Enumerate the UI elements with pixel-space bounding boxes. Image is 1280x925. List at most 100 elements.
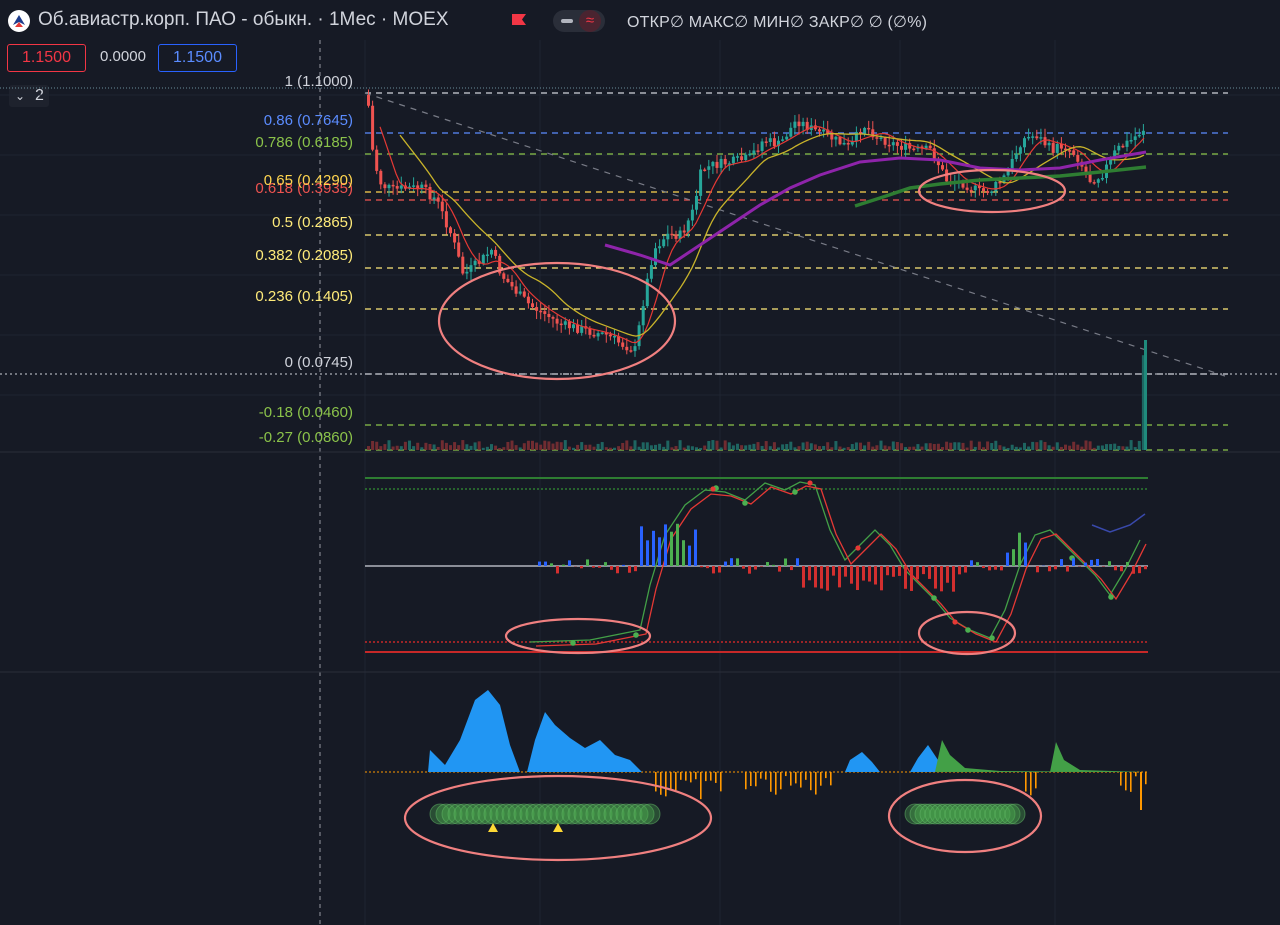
volume-bar bbox=[1010, 444, 1014, 450]
volume-bar bbox=[748, 444, 752, 450]
fib-label: 1 (1.1000) bbox=[284, 73, 353, 90]
volume-bar bbox=[690, 446, 694, 450]
candle-body bbox=[588, 328, 592, 335]
volume-bar bbox=[654, 444, 657, 450]
histogram-bar bbox=[766, 562, 769, 566]
volume-bar bbox=[834, 441, 838, 450]
volume-bar bbox=[895, 441, 899, 450]
histogram-bar bbox=[796, 558, 799, 566]
momentum-bar bbox=[745, 772, 747, 790]
volume-bar bbox=[846, 447, 850, 450]
candle-body bbox=[912, 148, 916, 151]
momentum-bar bbox=[755, 772, 757, 787]
volume-bar bbox=[649, 445, 653, 450]
candle-body bbox=[399, 185, 403, 189]
candle-body bbox=[838, 136, 842, 145]
candle-body bbox=[867, 127, 871, 130]
histogram-bar bbox=[772, 564, 775, 566]
volume-bar bbox=[674, 446, 678, 450]
volume-bar bbox=[756, 442, 760, 450]
histogram-bar bbox=[1108, 561, 1111, 566]
candle-body bbox=[481, 254, 485, 264]
candle-body bbox=[818, 129, 821, 132]
candle-body bbox=[654, 248, 657, 266]
price-chart[interactable] bbox=[0, 0, 1280, 925]
candlesticks bbox=[367, 89, 1145, 357]
candle-body bbox=[785, 136, 789, 140]
histogram-bar bbox=[694, 529, 697, 566]
volume-bar bbox=[1109, 444, 1113, 450]
volume-bar bbox=[572, 447, 575, 450]
volume-bar bbox=[592, 446, 596, 450]
candle-body bbox=[494, 249, 498, 256]
volume-bar bbox=[498, 447, 502, 450]
candle-body bbox=[658, 246, 662, 249]
histogram-bar bbox=[1006, 552, 1009, 566]
candle-body bbox=[748, 153, 752, 156]
candle-body bbox=[526, 296, 530, 304]
candle-body bbox=[641, 306, 645, 326]
candle-body bbox=[444, 211, 448, 228]
volume-bar bbox=[777, 447, 780, 450]
candle-body bbox=[383, 184, 387, 189]
momentum-bar bbox=[715, 772, 717, 783]
volume-bar bbox=[584, 444, 588, 450]
volume-bar bbox=[600, 442, 604, 450]
fib-label: 0.65 (0.4290) bbox=[263, 172, 353, 189]
histogram-bar bbox=[952, 566, 955, 592]
momentum-area-green bbox=[935, 740, 1145, 772]
volume-bar bbox=[854, 442, 858, 450]
volume-bar bbox=[908, 446, 912, 450]
candle-body bbox=[649, 265, 653, 279]
momentum-bar bbox=[670, 772, 672, 790]
volume-bar bbox=[371, 440, 375, 450]
signal-bubble bbox=[639, 803, 661, 825]
candle-body bbox=[461, 256, 465, 274]
candle-body bbox=[629, 350, 633, 352]
candle-body bbox=[625, 346, 629, 351]
volume-bar bbox=[945, 441, 949, 450]
volume-bar bbox=[555, 441, 559, 450]
candle-body bbox=[1043, 137, 1047, 146]
volume-bar bbox=[1068, 445, 1072, 450]
candle-body bbox=[1076, 154, 1080, 162]
candle-body bbox=[895, 142, 899, 146]
histogram-bar bbox=[916, 566, 919, 580]
candle-body bbox=[772, 138, 776, 147]
candle-body bbox=[666, 233, 670, 240]
candle-body bbox=[662, 239, 666, 247]
volume-bar bbox=[449, 445, 452, 450]
volume-bar bbox=[957, 442, 961, 450]
volume-bar bbox=[547, 441, 551, 450]
histogram-bar bbox=[598, 566, 601, 568]
volume-bar bbox=[428, 444, 432, 450]
volume-bar bbox=[502, 447, 506, 450]
momentum-bar bbox=[780, 772, 782, 790]
volume-bar bbox=[383, 444, 387, 450]
histogram-bar bbox=[1126, 561, 1129, 566]
momentum-bar bbox=[1120, 772, 1122, 786]
volume-bar bbox=[1096, 445, 1100, 450]
trend-blue-line bbox=[1091, 513, 1146, 533]
volume-bar bbox=[1002, 446, 1006, 450]
volume-bar bbox=[559, 442, 563, 450]
histogram-bar bbox=[1096, 558, 1099, 566]
candle-body bbox=[490, 249, 493, 255]
momentum-bar bbox=[710, 772, 712, 781]
volume-bar bbox=[444, 442, 448, 450]
volume-bar bbox=[1084, 440, 1088, 450]
candle-body bbox=[744, 154, 748, 161]
fib-label: 0.786 (0.6185) bbox=[255, 134, 353, 151]
volume-bar bbox=[879, 440, 883, 450]
signal-dot bbox=[792, 489, 798, 495]
histogram-bar bbox=[784, 558, 787, 566]
candle-body bbox=[576, 324, 580, 333]
candle-body bbox=[797, 121, 801, 127]
signal-dot bbox=[633, 632, 639, 638]
volume-bar bbox=[871, 446, 875, 450]
candle-body bbox=[436, 197, 440, 202]
volume-bar bbox=[1039, 440, 1043, 450]
volume-bar bbox=[633, 440, 637, 450]
volume-bar bbox=[662, 446, 666, 450]
volume-bar bbox=[1133, 447, 1137, 450]
